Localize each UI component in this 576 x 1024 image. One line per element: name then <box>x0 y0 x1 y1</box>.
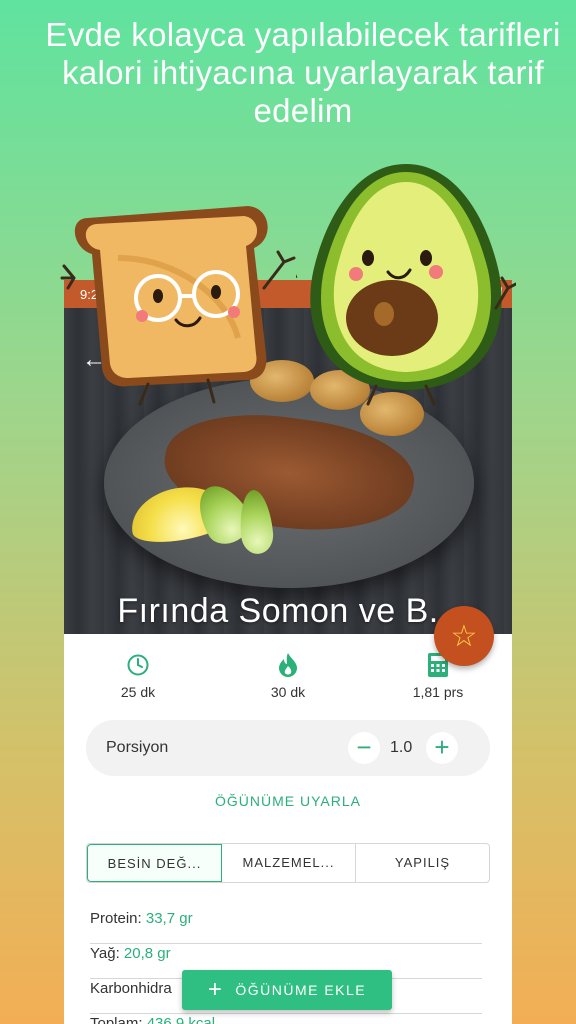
nutrition-row: Toplam: 436,9 kcal <box>90 1015 482 1024</box>
star-icon: ☆ <box>450 619 478 653</box>
stat-value: 30 dk <box>270 684 306 700</box>
adapt-to-meal-link[interactable]: ÖĞÜNÜME UYARLA <box>64 793 512 809</box>
nutrition-value: 436,9 kcal <box>146 1015 216 1024</box>
add-to-meal-label: ÖĞÜNÜME EKLE <box>235 982 367 998</box>
nutrition-key: Yağ: <box>90 945 124 962</box>
recipe-stats: 25 dk 30 dk 1,81 prs <box>64 652 512 712</box>
tab-ingredients[interactable]: MALZEMEL... <box>222 844 356 882</box>
promo-headline: Evde kolayca yapılabilecek tarifleri kal… <box>45 16 561 129</box>
nutrition-key: Toplam: <box>90 1015 147 1024</box>
nutrition-key: Protein: <box>90 910 146 927</box>
tab-directions[interactable]: YAPILIŞ <box>356 844 489 882</box>
stat-prep-time: 25 dk <box>78 652 198 700</box>
plus-icon: + <box>207 976 224 1003</box>
clock-icon <box>78 652 198 678</box>
decrease-portion-button[interactable]: − <box>348 732 380 764</box>
stat-value: 1,81 prs <box>412 684 464 700</box>
increase-portion-button[interactable]: + <box>426 732 458 764</box>
portion-control: Porsiyon − 1.0 + <box>86 720 490 776</box>
nutrition-row: Protein: 33,7 gr <box>90 910 482 944</box>
flame-icon <box>228 652 348 678</box>
add-to-meal-button[interactable]: + ÖĞÜNÜME EKLE <box>182 970 392 1010</box>
portion-value: 1.0 <box>390 739 413 756</box>
recipe-tabs: BESİN DEĞ... MALZEMEL... YAPILIŞ <box>86 843 490 883</box>
nutrition-key: Karbonhidra <box>90 980 172 997</box>
stat-value: 25 dk <box>120 684 156 700</box>
nutrition-value: 20,8 gr <box>123 945 171 962</box>
portion-label: Porsiyon <box>106 739 169 756</box>
avocado-mascot-illustration <box>296 164 516 406</box>
tab-nutrition[interactable]: BESİN DEĞ... <box>87 844 222 882</box>
nutrition-value: 33,7 gr <box>145 910 193 927</box>
toast-mascot-illustration <box>60 206 296 406</box>
stat-cook-time: 30 dk <box>228 652 348 700</box>
favorite-star-button[interactable]: ☆ <box>434 606 494 666</box>
